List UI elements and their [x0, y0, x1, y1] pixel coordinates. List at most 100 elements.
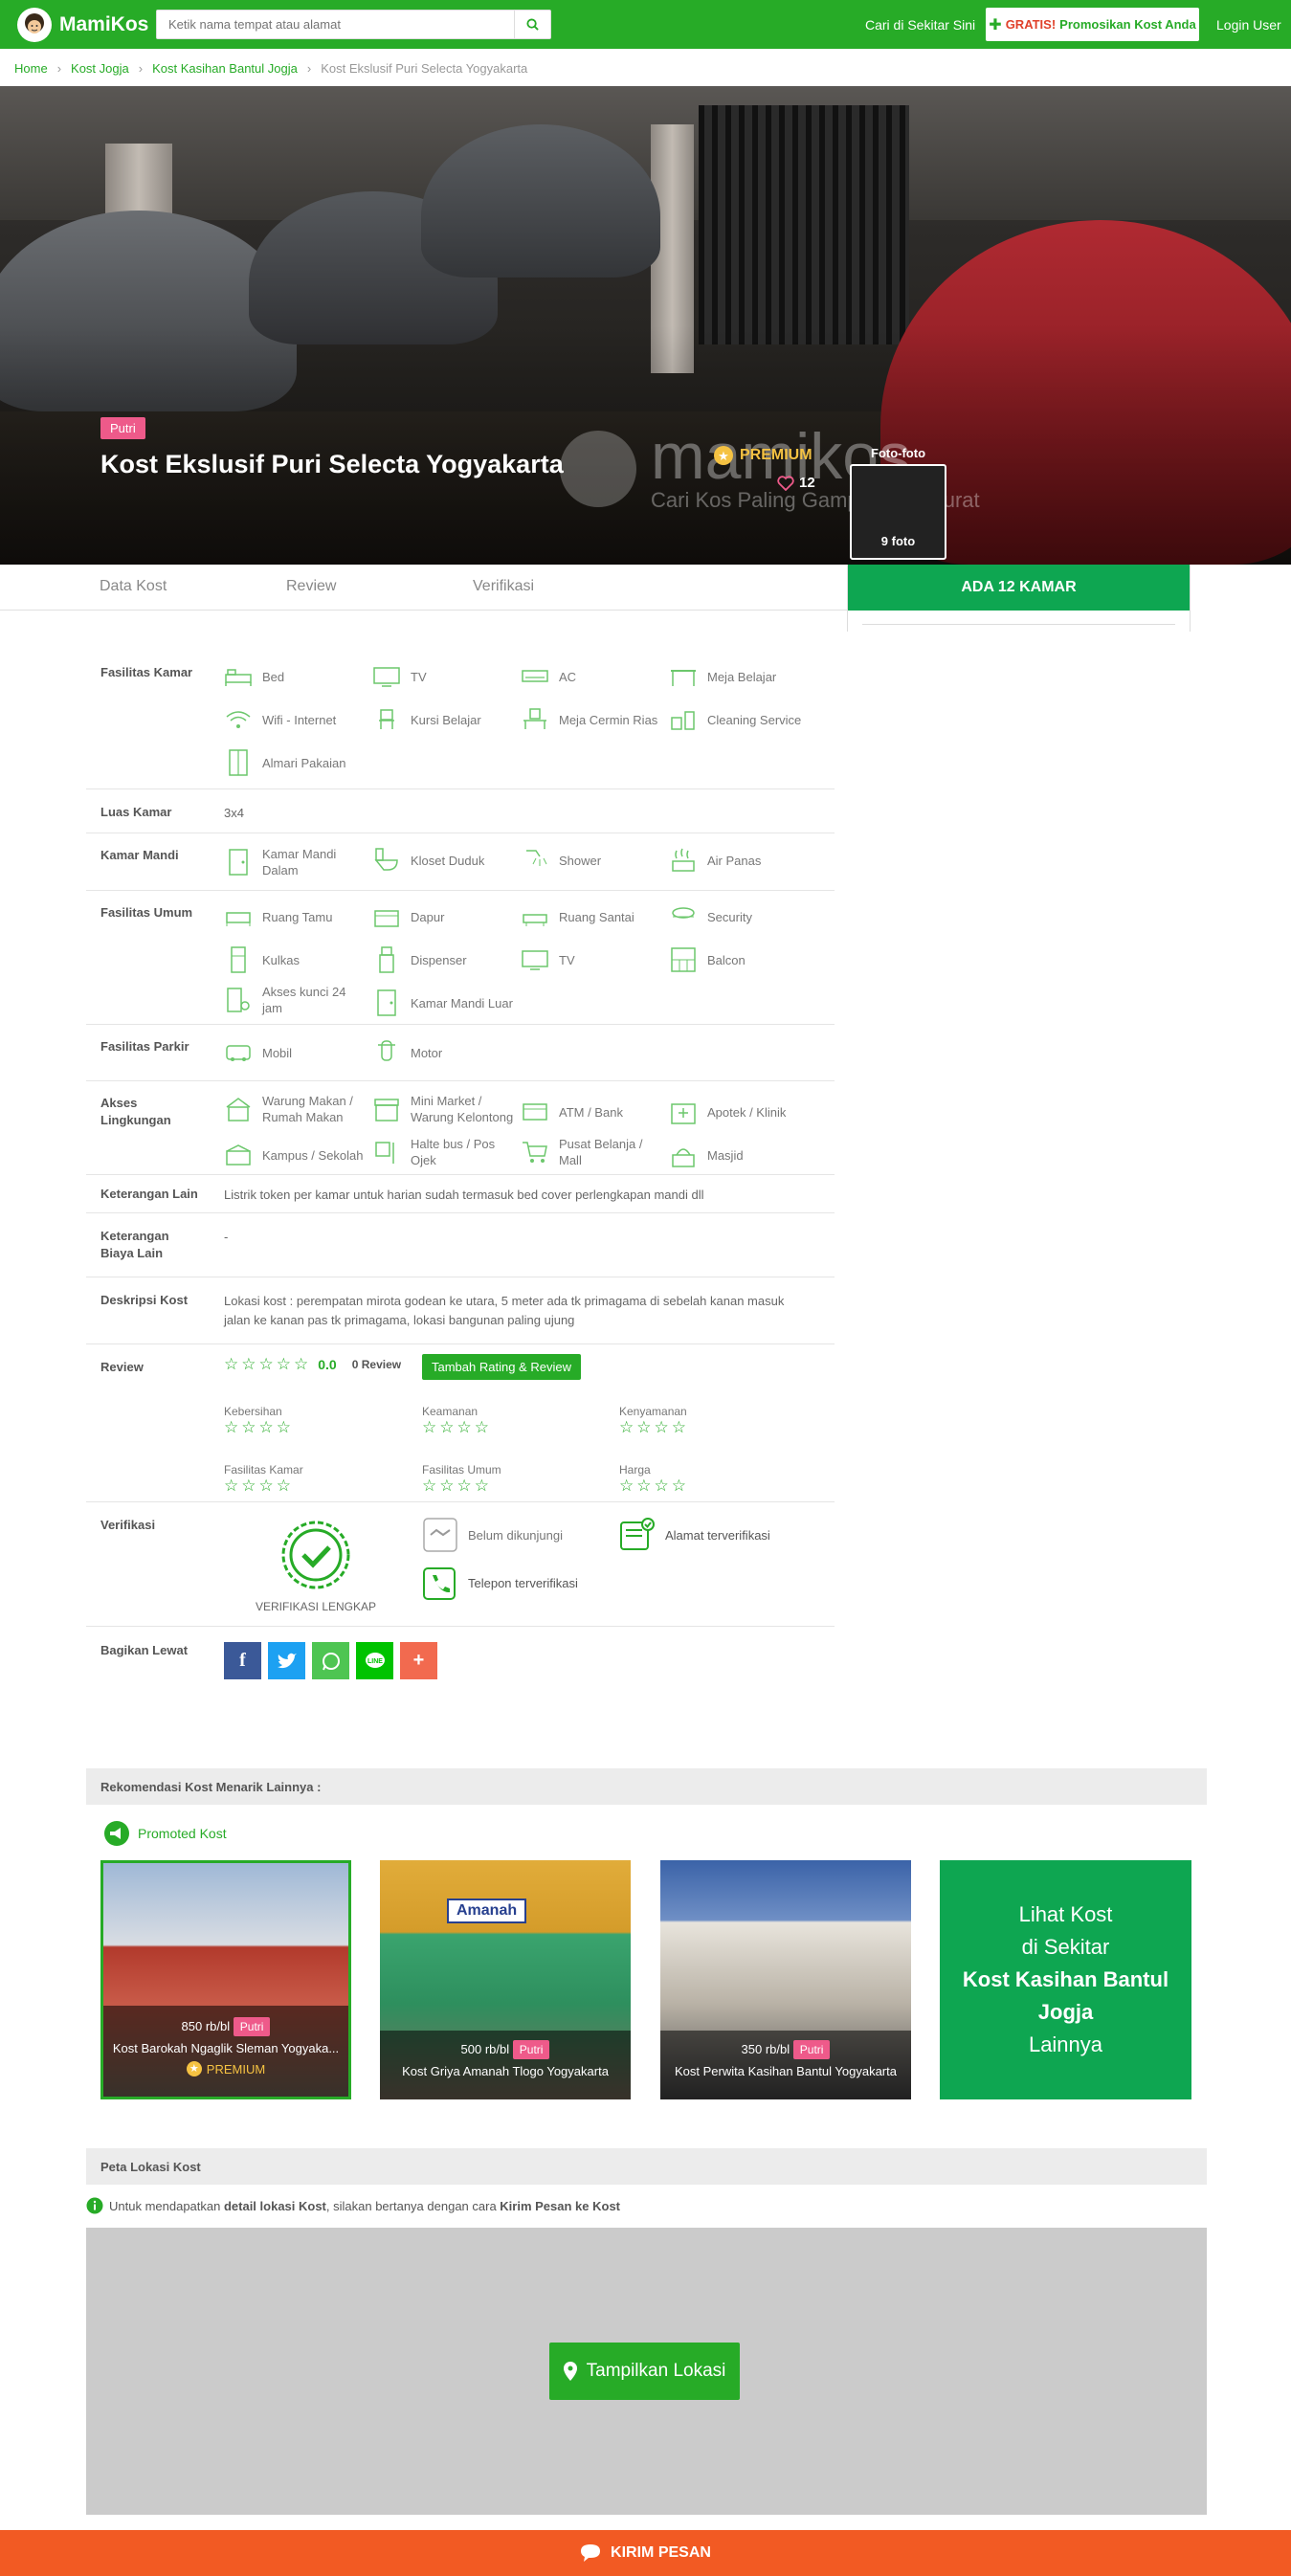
facility-label: Warung Makan / Rumah Makan	[262, 1094, 353, 1124]
star-icon: ☆	[241, 1355, 256, 1373]
heart-icon	[777, 475, 794, 491]
svg-text:★: ★	[718, 450, 729, 464]
verification-phone: Telepon terverifikasi	[422, 1565, 578, 1601]
premium-label: PREMIUM	[740, 447, 812, 463]
restaurant-icon	[224, 1095, 253, 1123]
like-button[interactable]: 12	[777, 475, 815, 491]
whatsapp-icon	[322, 1652, 340, 1670]
rating-stars: ☆ ☆ ☆ ☆	[224, 1418, 291, 1437]
breadcrumb-area[interactable]: Kost Kasihan Bantul Jogja	[152, 61, 298, 76]
card-caption: 350 rb/bl Putri Kost Perwita Kasihan Ban…	[660, 2031, 911, 2099]
room-size: 3x4	[224, 806, 244, 820]
lounge-icon	[521, 902, 549, 931]
add-review-button[interactable]: Tambah Rating & Review	[422, 1354, 581, 1380]
row-fasilitas-parkir: Fasilitas Parkir Mobil Motor	[86, 1025, 835, 1081]
tv-icon	[372, 662, 401, 691]
facility-label: Akses kunci 24 jam	[262, 985, 346, 1015]
facility-label: Dispenser	[411, 952, 467, 967]
map-header: Peta Lokasi Kost	[86, 2148, 1207, 2185]
other-costs: -	[224, 1230, 229, 1244]
breadcrumb: Home › Kost Jogja › Kost Kasihan Bantul Jo…	[14, 61, 527, 76]
star-icon: ☆	[276, 1477, 291, 1495]
card-caption: 850 rb/bl Putri Kost Barokah Ngaglik Sle…	[103, 2006, 348, 2097]
nearby-link[interactable]: Cari di Sekitar Sini	[865, 0, 975, 49]
star-icon: ☆	[654, 1418, 669, 1436]
share-line-button[interactable]: LINE	[356, 1642, 393, 1679]
facility-wifi: Wifi - Internet	[224, 705, 336, 734]
rating-category-label: Kebersihan	[224, 1405, 282, 1418]
facility-ac: AC	[521, 662, 576, 691]
promote-kost-button[interactable]: ✚ GRATIS! Promosikan Kost Anda	[986, 8, 1199, 41]
gender-badge: Putri	[100, 417, 145, 439]
recommend-card[interactable]: 850 rb/bl Putri Kost Barokah Ngaglik Sle…	[100, 1860, 351, 2099]
star-icon: ☆	[474, 1418, 489, 1436]
rooms-available-button[interactable]: ADA 12 KAMAR	[848, 565, 1190, 611]
recommend-card[interactable]: 350 rb/bl Putri Kost Perwita Kasihan Ban…	[660, 1860, 911, 2099]
facility-kloset: Kloset Duduk	[372, 846, 484, 875]
facility-label: Apotek / Klinik	[707, 1104, 787, 1120]
recommend-card[interactable]: Amanah 500 rb/bl Putri Kost Griya Amanah…	[380, 1860, 631, 2099]
promo-label: Promosikan Kost Anda	[1059, 17, 1196, 32]
star-icon: ☆	[258, 1418, 274, 1436]
facility-ruang-santai: Ruang Santai	[521, 902, 634, 931]
search-input[interactable]	[157, 11, 511, 38]
show-location-button[interactable]: Tampilkan Lokasi	[549, 2343, 740, 2400]
fridge-icon	[224, 945, 253, 974]
row-label: Akses Lingkungan	[100, 1096, 171, 1127]
breadcrumb-city[interactable]: Kost Jogja	[71, 61, 129, 76]
star-icon: ☆	[456, 1418, 472, 1436]
tab-verifikasi[interactable]: Verifikasi	[473, 578, 534, 595]
facility-tv-umum: TV	[521, 945, 575, 974]
share-facebook-button[interactable]: f	[224, 1642, 261, 1679]
search-button[interactable]	[514, 11, 550, 38]
rating-kebersihan: Kebersihan ☆ ☆ ☆ ☆	[224, 1405, 291, 1437]
tab-data-kost[interactable]: Data Kost	[100, 578, 167, 595]
detail-tabs: Data Kost Review Verifikasi	[0, 565, 847, 611]
mamikos-logo[interactable]: MamiKos	[17, 8, 148, 42]
star-icon: ☆	[671, 1418, 686, 1436]
description-line2: jalan ke kanan pas tk primagama, lokasi …	[224, 1313, 575, 1327]
rating-stars: ☆ ☆ ☆ ☆	[422, 1477, 489, 1496]
facebook-icon: f	[239, 1650, 246, 1671]
share-whatsapp-button[interactable]	[312, 1642, 349, 1679]
send-message-bar[interactable]: KIRIM PESAN	[0, 2530, 1291, 2576]
access-halte: Halte bus / Pos Ojek	[372, 1136, 516, 1168]
breadcrumb-home[interactable]: Home	[14, 61, 48, 76]
school-icon	[224, 1141, 253, 1169]
card-price: 350 rb/bl	[741, 2042, 790, 2056]
bathroom-door-icon	[372, 988, 401, 1017]
plus-icon: ✚	[989, 16, 1002, 33]
rating-category-label: Keamanan	[422, 1405, 479, 1418]
access-apotek: Apotek / Klinik	[669, 1098, 786, 1126]
login-link[interactable]: Login User	[1216, 0, 1281, 49]
tab-review[interactable]: Review	[286, 578, 336, 595]
row-label: Keterangan Biaya Lain	[100, 1229, 169, 1260]
rating-category-label: Fasilitas Kamar	[224, 1463, 303, 1477]
access-atm: ATM / Bank	[521, 1098, 623, 1126]
access-warung-makan: Warung Makan / Rumah Makan	[224, 1093, 367, 1125]
share-more-button[interactable]: +	[400, 1642, 437, 1679]
card-name: Kost Griya Amanah Tlogo Yogyakarta	[402, 2064, 609, 2078]
security-icon	[669, 902, 698, 931]
chevron-right-icon: ›	[306, 61, 312, 76]
star-icon: ☆	[224, 1418, 239, 1436]
mamikos-mascot-icon	[17, 8, 52, 42]
row-keterangan-biaya: Keterangan Biaya Lain -	[86, 1213, 835, 1277]
mirror-table-icon	[521, 705, 549, 734]
review-count: 0 Review	[351, 1358, 402, 1371]
star-icon: ☆	[241, 1418, 256, 1436]
see-more-nearby-card[interactable]: Lihat Kost di Sekitar Kost Kasihan Bantu…	[940, 1860, 1191, 2099]
verified-label: VERIFIKASI LENGKAP	[255, 1600, 377, 1613]
minimarket-icon	[372, 1095, 401, 1123]
address-verified-icon	[619, 1517, 656, 1553]
star-icon: ☆	[241, 1477, 256, 1495]
map-area: Tampilkan Lokasi	[86, 2228, 1207, 2515]
access-masjid: Masjid	[669, 1141, 744, 1169]
balcony-icon	[669, 945, 698, 974]
share-twitter-button[interactable]	[268, 1642, 305, 1679]
premium-label: PREMIUM	[206, 2061, 266, 2076]
facility-dispenser: Dispenser	[372, 945, 467, 974]
facility-label: Ruang Santai	[559, 909, 634, 924]
facility-akses-kunci: Akses kunci 24 jam	[224, 984, 367, 1016]
photos-thumbnail[interactable]: 9 foto	[850, 464, 946, 560]
